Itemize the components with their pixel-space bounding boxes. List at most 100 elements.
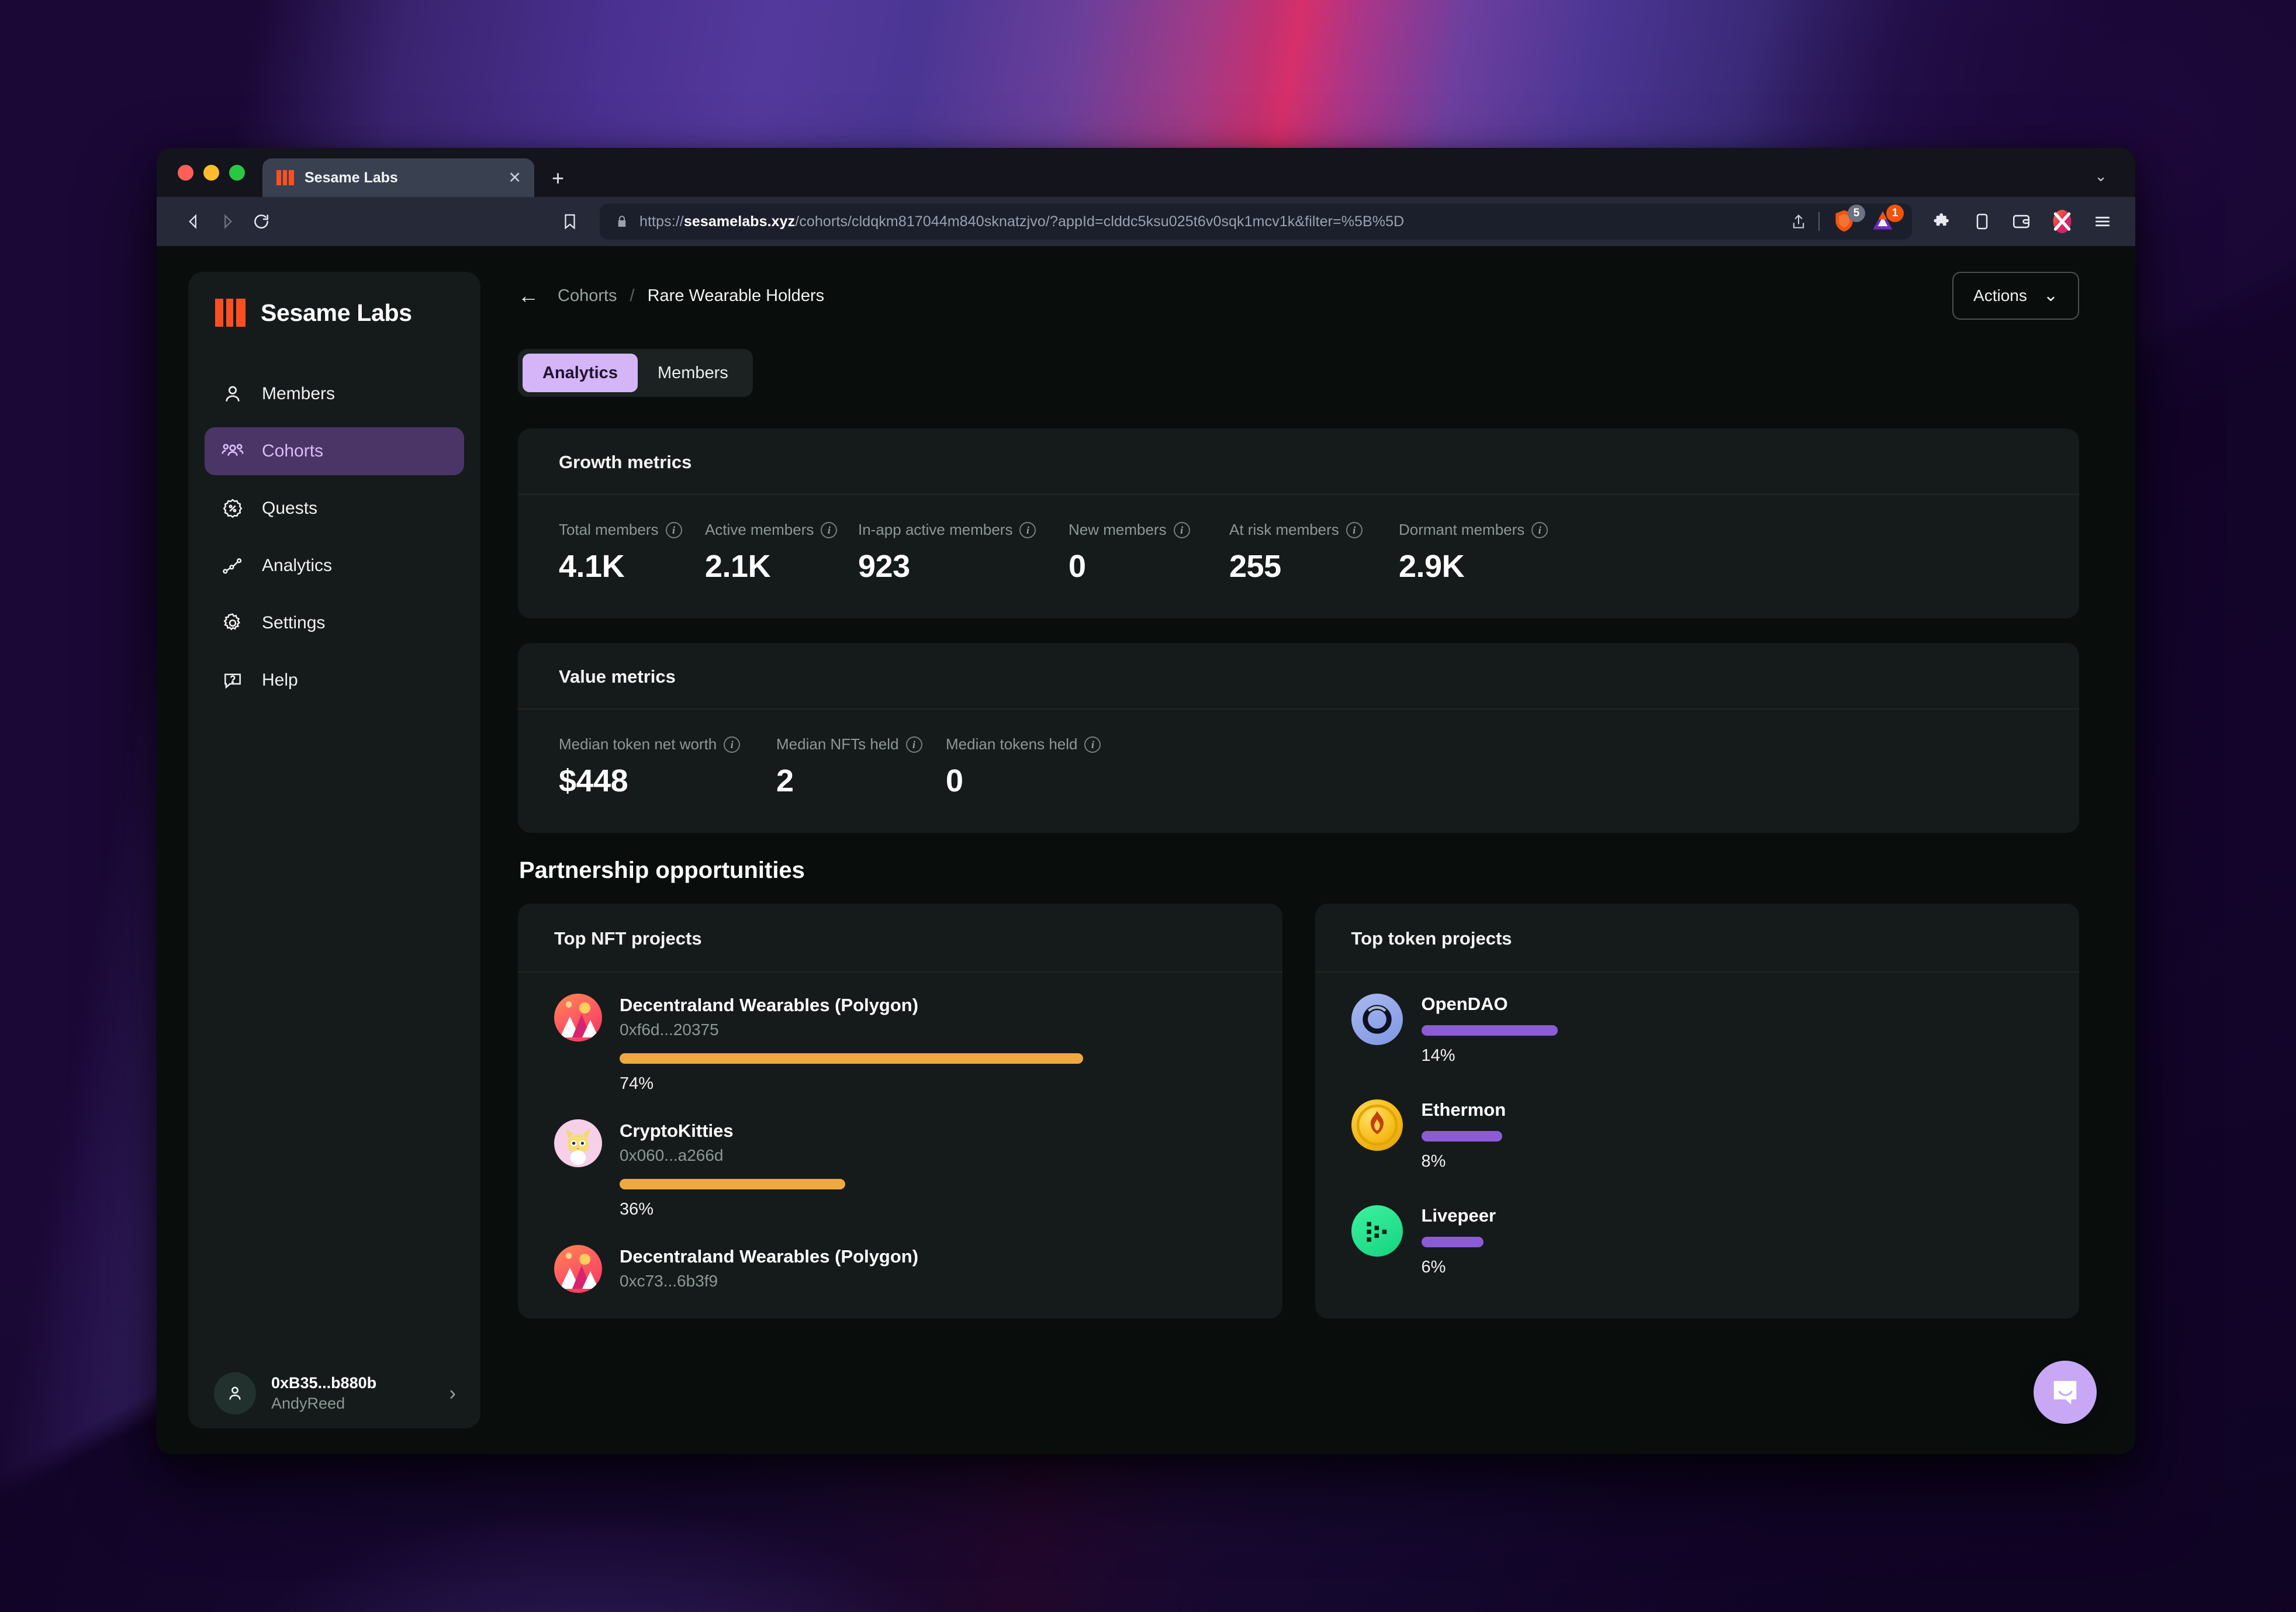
chat-launcher-button[interactable]	[2034, 1361, 2097, 1424]
metric-value: 923	[858, 549, 910, 584]
tab-analytics[interactable]: Analytics	[523, 354, 638, 392]
maximize-window-button[interactable]	[229, 164, 245, 181]
sidebar-item-help[interactable]: Help	[205, 656, 464, 704]
user-profile-card[interactable]: 0xB35...b880b AndyReed ›	[188, 1358, 480, 1428]
metric-label: Total members i	[559, 521, 705, 539]
metric-label: At risk members i	[1229, 521, 1399, 539]
token-info: Ethermon 8%	[1421, 1099, 2043, 1171]
decentraland-logo	[554, 1245, 602, 1293]
sidebar-item-analytics[interactable]: Analytics	[205, 542, 464, 590]
token-info: Livepeer 6%	[1421, 1205, 2043, 1277]
info-icon[interactable]: i	[1346, 521, 1363, 538]
sidebar-item-settings[interactable]: Settings	[205, 599, 464, 647]
info-icon[interactable]: i	[821, 521, 838, 538]
progress-percent: 6%	[1421, 1258, 1446, 1277]
reload-icon[interactable]	[244, 205, 278, 238]
info-icon[interactable]: i	[1531, 521, 1548, 538]
partnership-panels: Top NFT projects Decentraland Wearables …	[518, 904, 2079, 1319]
hamburger-menu-icon[interactable]	[2093, 212, 2112, 231]
puzzle-extensions-icon[interactable]	[1933, 212, 1953, 231]
opendao-logo	[1351, 994, 1403, 1045]
list-item[interactable]: CryptoKitties 0x060...a266d 36%	[554, 1119, 1246, 1245]
cryptokitties-logo	[554, 1119, 602, 1167]
info-icon[interactable]: i	[1173, 521, 1190, 538]
page-header: ← Cohorts / Rare Wearable Holders Action…	[518, 272, 2079, 320]
breadcrumb-parent[interactable]: Cohorts	[558, 286, 617, 306]
sidebar-item-quests[interactable]: Quests	[205, 485, 464, 532]
panel-title: Top NFT projects	[554, 928, 702, 949]
list-item[interactable]: OpenDAO 14%	[1351, 994, 2043, 1099]
users-icon	[220, 438, 245, 464]
address-bar-actions: 5 1	[1776, 205, 1904, 235]
metric-median-token-net-worth: Median token net worth i $448	[559, 735, 776, 799]
brand-logo[interactable]: Sesame Labs	[188, 299, 480, 327]
list-item[interactable]: Decentraland Wearables (Polygon) 0xc73..…	[554, 1245, 1246, 1319]
metric-active-members: Active members i 2.1K	[705, 521, 858, 584]
main-content: ← Cohorts / Rare Wearable Holders Action…	[480, 246, 2135, 1454]
browser-window: Sesame Labs ✕ + ⌄ https://sesamelabs.xyz…	[157, 148, 2135, 1454]
brave-profile-icon[interactable]	[2051, 210, 2073, 233]
info-icon[interactable]: i	[1019, 521, 1036, 538]
brand-name: Sesame Labs	[261, 299, 412, 326]
browser-tab[interactable]: Sesame Labs ✕	[262, 158, 534, 197]
sidebar-item-label: Settings	[262, 613, 326, 632]
panel-title: Top token projects	[1351, 928, 1512, 949]
panel-body: Decentraland Wearables (Polygon) 0xf6d..…	[518, 973, 1282, 1319]
address-bar[interactable]: https://sesamelabs.xyz/cohorts/cldqkm817…	[600, 203, 1912, 240]
help-chat-icon	[220, 667, 245, 693]
chevron-down-icon[interactable]: ⌄	[2094, 167, 2107, 185]
progress-percent: 36%	[620, 1200, 654, 1219]
sidebar-panel-icon[interactable]	[1973, 212, 1991, 231]
info-icon[interactable]: i	[665, 521, 682, 538]
forward-arrow-icon[interactable]	[210, 205, 244, 238]
list-item[interactable]: Ethermon 8%	[1351, 1099, 2043, 1205]
value-metrics-card: Value metrics Median token net worth i $…	[518, 643, 2079, 833]
bookmark-icon[interactable]	[553, 205, 587, 238]
user-icon	[220, 381, 245, 407]
growth-metrics-row: Total members i 4.1K Active members i 2.…	[518, 495, 2079, 618]
address-bar-url: https://sesamelabs.xyz/cohorts/cldqkm817…	[639, 213, 1405, 230]
metric-value: 4.1K	[559, 549, 625, 584]
info-icon[interactable]: i	[1084, 736, 1101, 753]
value-metrics-row: Median token net worth i $448 Median NFT…	[518, 710, 2079, 833]
project-info: CryptoKitties 0x060...a266d 36%	[620, 1119, 1246, 1219]
brave-rewards-icon[interactable]: 1	[1870, 205, 1904, 235]
progress-percent: 14%	[1421, 1046, 1455, 1065]
token-name: OpenDAO	[1421, 994, 1508, 1014]
list-item[interactable]: Decentraland Wearables (Polygon) 0xf6d..…	[554, 994, 1246, 1119]
project-address: 0x060...a266d	[620, 1146, 724, 1164]
list-item[interactable]: Livepeer 6%	[1351, 1205, 2043, 1311]
sidebar-item-cohorts[interactable]: Cohorts	[205, 427, 464, 475]
lock-icon	[618, 216, 626, 227]
sidebar-item-label: Help	[262, 670, 298, 690]
sidebar-item-label: Cohorts	[262, 441, 324, 461]
value-metrics-header: Value metrics	[518, 643, 2079, 710]
brave-shield-icon[interactable]: 5	[1831, 205, 1865, 235]
close-tab-icon[interactable]: ✕	[508, 169, 521, 186]
new-tab-button[interactable]: +	[552, 168, 564, 189]
user-address: 0xB35...b880b	[271, 1374, 377, 1392]
info-icon[interactable]: i	[905, 736, 922, 753]
sidebar-item-members[interactable]: Members	[205, 370, 464, 418]
chevron-right-icon[interactable]: ›	[449, 1382, 456, 1405]
metric-label: Median NFTs held i	[776, 735, 946, 753]
info-icon[interactable]: i	[724, 736, 741, 753]
back-arrow-icon[interactable]	[177, 205, 210, 238]
metric-label-text: Active members	[705, 521, 814, 538]
project-name: Decentraland Wearables (Polygon)	[620, 995, 919, 1015]
sidebar-item-label: Analytics	[262, 556, 333, 575]
rewards-count-badge: 1	[1886, 205, 1904, 222]
wallet-icon[interactable]	[2011, 212, 2031, 231]
user-name: AndyReed	[271, 1395, 345, 1412]
project-info: Decentraland Wearables (Polygon) 0xf6d..…	[620, 994, 1246, 1094]
card-title: Growth metrics	[559, 452, 692, 472]
back-button[interactable]: ←	[518, 285, 539, 306]
close-window-button[interactable]	[178, 164, 193, 181]
app-sidebar: Sesame Labs Members Cohorts Quests Analy…	[188, 272, 480, 1428]
actions-button[interactable]: Actions ⌄	[1952, 272, 2079, 320]
metric-label: Median tokens held i	[946, 735, 1121, 753]
tab-members[interactable]: Members	[638, 354, 748, 392]
minimize-window-button[interactable]	[203, 164, 219, 181]
share-icon[interactable]	[1790, 213, 1807, 230]
token-info: OpenDAO 14%	[1421, 994, 2043, 1066]
